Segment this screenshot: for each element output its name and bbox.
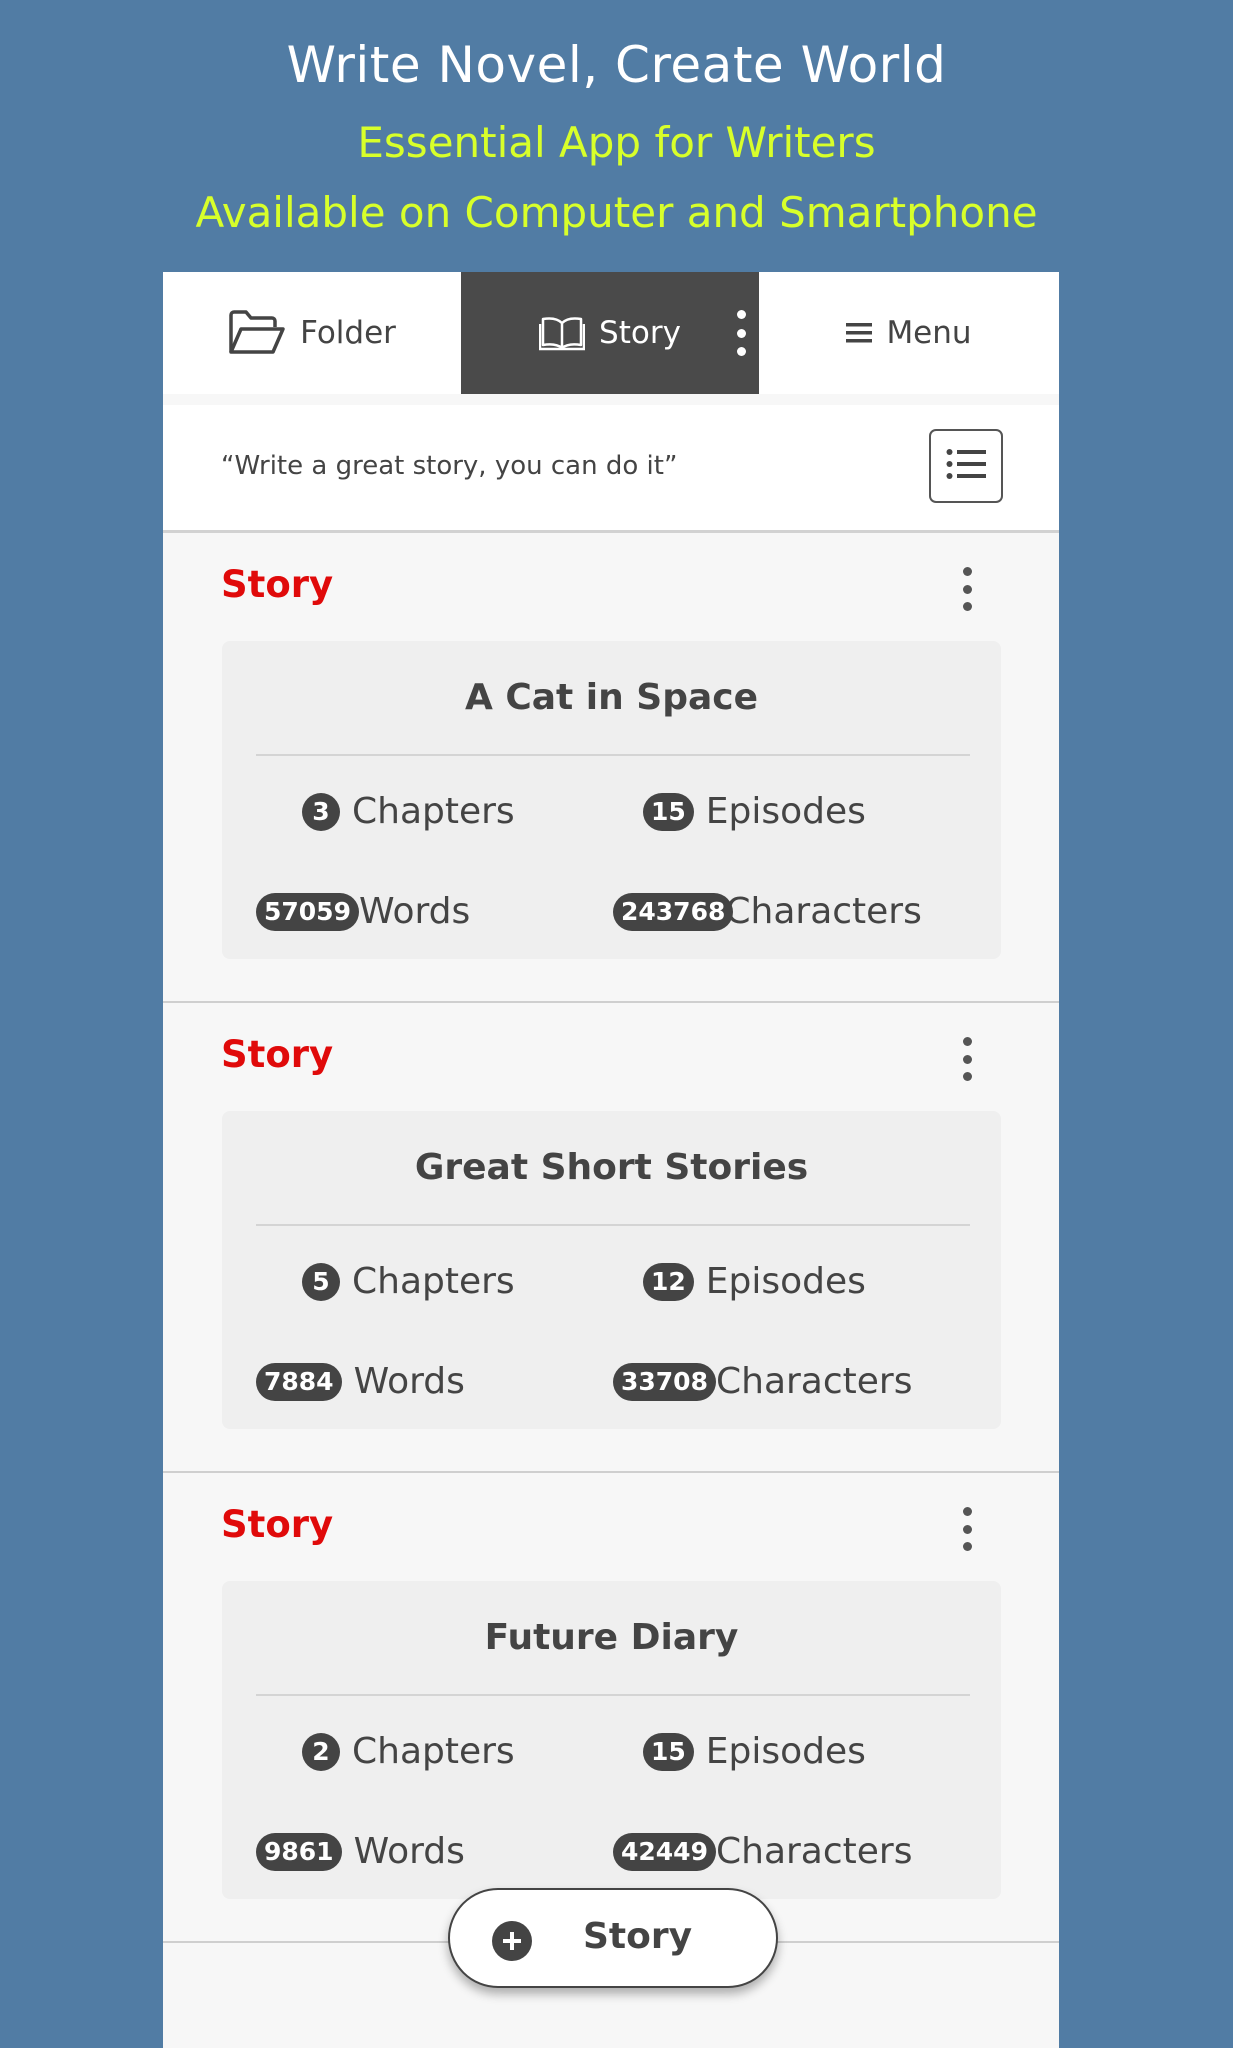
section-label: Story — [221, 563, 334, 606]
chapters-label: Chapters — [352, 1731, 515, 1772]
words-count-badge: 7884 — [256, 1362, 342, 1401]
promo-subtitle-1: Essential App for Writers — [357, 118, 876, 167]
characters-stat: 42449 Characters — [613, 1831, 912, 1872]
episodes-label: Episodes — [705, 791, 866, 832]
words-stat: 57059 Words — [256, 891, 470, 932]
story-card[interactable]: A Cat in Space 3 Chapters 15 Episodes 57… — [222, 641, 1001, 959]
words-label: Words — [353, 1831, 465, 1872]
tab-menu-label: Menu — [886, 315, 972, 351]
kebab-dot — [962, 602, 972, 611]
chapters-label: Chapters — [352, 1261, 515, 1302]
words-stat: 9861 Words — [256, 1831, 465, 1872]
episodes-count-badge: 12 — [643, 1262, 694, 1301]
words-stat: 7884 Words — [256, 1361, 465, 1402]
episodes-count-badge: 15 — [643, 1732, 694, 1771]
episodes-stat: 15 Episodes — [643, 791, 866, 832]
kebab-dot — [736, 310, 746, 319]
tab-story-more-button[interactable] — [733, 310, 749, 356]
story-card[interactable]: Great Short Stories 5 Chapters 12 Episod… — [222, 1111, 1001, 1429]
episodes-count-badge: 15 — [643, 792, 694, 831]
motivational-quote: “Write a great story, you can do it” — [221, 451, 678, 481]
kebab-dot — [962, 1507, 972, 1516]
characters-count-badge: 42449 — [613, 1832, 716, 1871]
kebab-dot — [962, 584, 972, 594]
divider — [256, 1694, 970, 1696]
chapters-count-badge: 5 — [302, 1262, 340, 1301]
list-view-button[interactable] — [929, 429, 1003, 503]
list-icon — [946, 448, 986, 484]
chapters-count-badge: 2 — [302, 1732, 340, 1771]
characters-label: Characters — [715, 1361, 913, 1402]
characters-count-badge: 33708 — [613, 1362, 716, 1401]
story-section: Story Great Short Stories 5 Chapters 12 … — [163, 1005, 1059, 1473]
story-title: Great Short Stories — [414, 1147, 809, 1188]
kebab-dot — [962, 1542, 972, 1551]
promo-subtitle-2: Available on Computer and Smartphone — [195, 188, 1038, 237]
story-section: Story Future Diary 2 Chapters 15 Episode… — [163, 1475, 1059, 1943]
kebab-dot — [736, 347, 746, 356]
chapters-label: Chapters — [352, 791, 515, 832]
characters-label: Characters — [725, 891, 922, 932]
folder-open-icon — [228, 310, 286, 356]
kebab-dot — [962, 1524, 972, 1534]
chapters-stat: 2 Chapters — [302, 1731, 515, 1772]
tab-story-label: Story — [599, 315, 681, 351]
story-title: A Cat in Space — [464, 677, 759, 718]
tab-menu[interactable]: Menu — [759, 272, 1059, 394]
app-window: Folder Story Menu “Write a great story, … — [163, 272, 1059, 2048]
section-label: Story — [221, 1503, 334, 1546]
add-story-button[interactable]: Story — [448, 1888, 778, 1988]
story-more-button[interactable] — [955, 1037, 979, 1081]
kebab-dot — [962, 1037, 972, 1046]
episodes-label: Episodes — [705, 1731, 866, 1772]
story-card[interactable]: Future Diary 2 Chapters 15 Episodes 9861… — [222, 1581, 1001, 1899]
words-label: Words — [353, 1361, 465, 1402]
characters-label: Characters — [715, 1831, 913, 1872]
hamburger-icon — [846, 322, 873, 344]
section-label: Story — [221, 1033, 334, 1076]
divider — [256, 1224, 970, 1226]
divider — [256, 754, 970, 756]
book-open-icon — [539, 315, 586, 351]
episodes-stat: 12 Episodes — [643, 1261, 866, 1302]
add-story-label: Story — [583, 1916, 693, 1957]
tab-bar: Folder Story Menu — [163, 272, 1059, 394]
characters-stat: 243768 Characters — [613, 891, 922, 932]
story-more-button[interactable] — [955, 567, 979, 611]
words-count-badge: 57059 — [256, 892, 359, 931]
story-title: Future Diary — [484, 1617, 739, 1658]
chapters-count-badge: 3 — [302, 792, 340, 831]
promo-title: Write Novel, Create World — [286, 36, 947, 94]
chapters-stat: 3 Chapters — [302, 791, 515, 832]
episodes-label: Episodes — [705, 1261, 866, 1302]
story-section: Story A Cat in Space 3 Chapters 15 Episo… — [163, 535, 1059, 1003]
episodes-stat: 15 Episodes — [643, 1731, 866, 1772]
tab-folder[interactable]: Folder — [163, 272, 461, 394]
words-count-badge: 9861 — [256, 1832, 342, 1871]
kebab-dot — [962, 1054, 972, 1064]
plus-circle-icon — [492, 1921, 532, 1961]
characters-count-badge: 243768 — [613, 892, 734, 931]
story-more-button[interactable] — [955, 1507, 979, 1551]
kebab-dot — [962, 1072, 972, 1081]
tab-folder-label: Folder — [300, 315, 396, 351]
tab-story[interactable]: Story — [461, 272, 759, 394]
characters-stat: 33708 Characters — [613, 1361, 912, 1402]
quote-bar: “Write a great story, you can do it” — [163, 405, 1059, 533]
chapters-stat: 5 Chapters — [302, 1261, 515, 1302]
kebab-dot — [962, 567, 972, 576]
words-label: Words — [358, 891, 471, 932]
kebab-dot — [736, 328, 746, 338]
